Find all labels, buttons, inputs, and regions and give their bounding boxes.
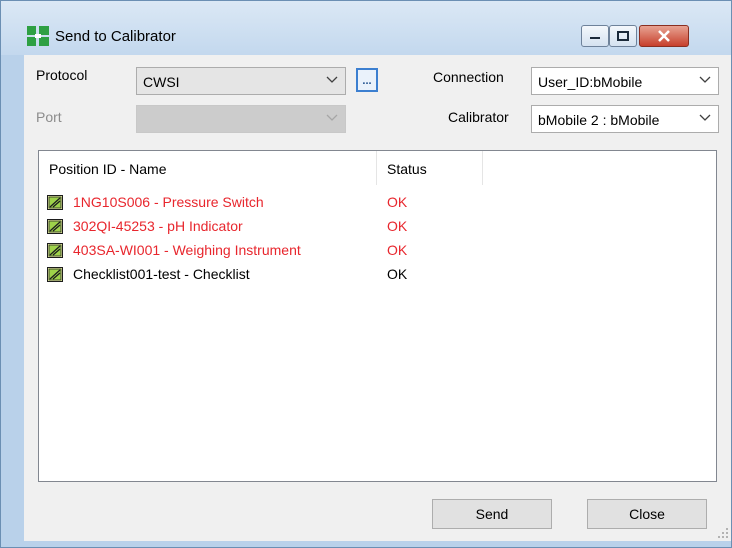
connection-label: Connection [433,69,504,85]
list-item[interactable]: 302QI-45253 - pH Indicator OK [39,215,716,239]
column-divider[interactable] [376,151,377,185]
list-header: Position ID - Name Status [39,151,716,185]
browse-protocol-button[interactable]: ... [356,68,378,92]
close-window-button[interactable] [639,25,689,47]
calibrator-label: Calibrator [448,109,509,125]
send-button[interactable]: Send [432,499,552,529]
protocol-dropdown[interactable]: CWSI [136,67,346,95]
port-label: Port [36,109,62,125]
port-dropdown[interactable] [136,105,346,133]
list-item[interactable]: 403SA-WI001 - Weighing Instrument OK [39,239,716,263]
position-item-icon [47,219,63,234]
window-title: Send to Calibrator [55,28,176,45]
calibrator-value: bMobile 2 : bMobile [538,112,660,128]
close-icon [658,30,670,42]
send-to-calibrator-window: Send to Calibrator Protocol CWSI ... Por… [0,0,732,548]
position-status: OK [387,266,408,282]
minimize-button[interactable] [581,25,609,47]
positions-list[interactable]: Position ID - Name Status 1NG10S006 - Pr… [38,150,717,482]
calibrator-app-icon [27,26,49,46]
protocol-value: CWSI [143,74,180,90]
minimize-icon [590,37,600,39]
column-header-position[interactable]: Position ID - Name [49,151,166,185]
connection-value: User_ID:bMobile [538,74,643,90]
list-item[interactable]: 1NG10S006 - Pressure Switch OK [39,191,716,215]
column-header-status[interactable]: Status [387,151,427,185]
position-name: 403SA-WI001 - Weighing Instrument [73,242,301,258]
calibrator-dropdown[interactable]: bMobile 2 : bMobile [531,105,719,133]
maximize-button[interactable] [609,25,637,47]
maximize-icon [617,31,629,41]
position-name: 1NG10S006 - Pressure Switch [73,194,264,210]
position-item-icon [47,243,63,258]
list-item[interactable]: Checklist001-test - Checklist OK [39,263,716,287]
chevron-down-icon [326,76,338,83]
position-status: OK [387,242,408,258]
resize-grip-icon[interactable] [717,527,729,539]
position-item-icon [47,195,63,210]
connection-dropdown[interactable]: User_ID:bMobile [531,67,719,95]
position-status: OK [387,218,408,234]
protocol-label: Protocol [36,67,88,83]
close-button[interactable]: Close [587,499,707,529]
column-divider[interactable] [482,151,483,185]
position-name: Checklist001-test - Checklist [73,266,250,282]
dialog-client-area: Protocol CWSI ... Port Connection User_I… [24,55,731,541]
position-status: OK [387,194,408,210]
position-name: 302QI-45253 - pH Indicator [73,218,243,234]
title-bar[interactable]: Send to Calibrator [1,1,731,55]
chevron-down-icon [699,76,711,83]
position-item-icon [47,267,63,282]
chevron-down-icon [326,114,338,121]
chevron-down-icon [699,114,711,121]
